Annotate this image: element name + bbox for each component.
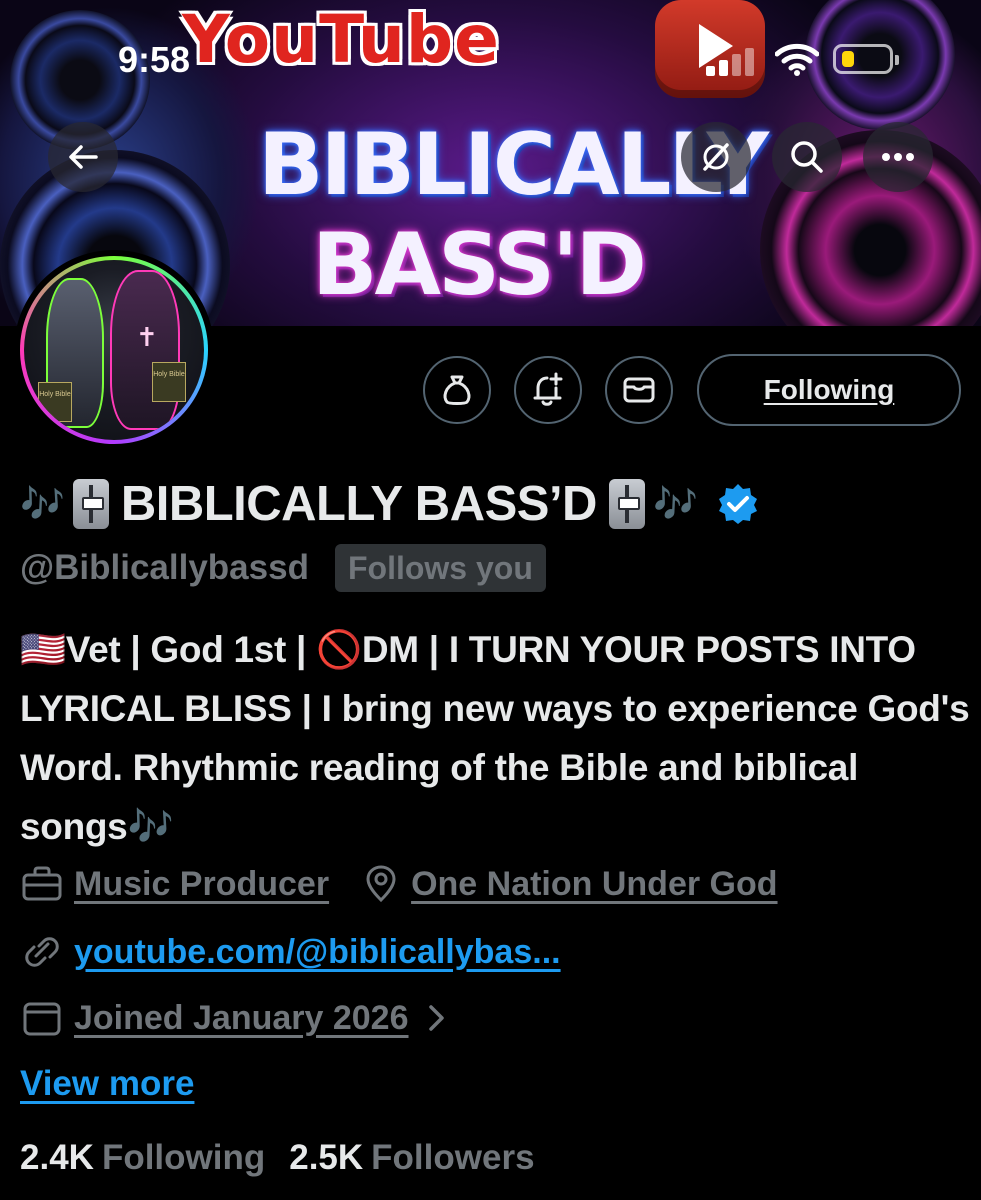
grok-button[interactable] [681,122,751,192]
location-pin-icon [366,865,396,903]
no-entry-emoji: 🚫 [316,629,362,670]
cross-icon: ✝ [136,322,158,352]
money-bag-icon [443,375,471,405]
profile-meta-row: youtube.com/@biblicallybas... [20,932,561,972]
bell-plus-icon [533,372,563,406]
verified-badge-icon[interactable] [716,482,760,526]
banner-youtube-logo-text: YouTube [182,1,500,78]
follows-you-badge: Follows you [334,544,546,592]
following-label: Following [101,1138,266,1177]
cellular-signal-icon [706,46,762,76]
follow-stats: 2.4K Following 2.5K Followers [20,1138,535,1178]
back-arrow-icon [69,145,98,169]
briefcase-icon [22,866,62,901]
chevron-right-icon [428,1005,444,1031]
tip-button[interactable] [423,356,491,424]
battery-icon [833,44,899,74]
status-time: 9:58 [118,39,191,80]
avatar-ring: ✝ Holy Bible Holy Bible [20,256,208,444]
profile-meta-row: Music Producer One Nation Under God [20,864,778,904]
profile-avatar[interactable]: ✝ Holy Bible Holy Bible [14,250,214,450]
back-button[interactable] [48,122,118,192]
more-options-button[interactable] [863,122,933,192]
level-slider-emoji [608,479,645,529]
profile-website-link[interactable]: youtube.com/@biblicallybas... [74,933,561,972]
music-notes-emoji: 🎶 [127,806,174,847]
profile-bio: 🇺🇸Vet | God 1st | 🚫DM | I TURN YOUR POST… [20,620,970,856]
search-button[interactable] [772,122,842,192]
view-more-link[interactable]: View more [20,1064,194,1104]
following-count: 2.4K [20,1138,94,1177]
music-notes-emoji: 🎶 [20,484,65,525]
bible-book-left: Holy Bible [38,382,72,422]
bio-text-start: 🇺🇸Vet | God 1st | [20,629,317,670]
more-icon [882,153,914,161]
level-slider-emoji [72,479,109,529]
music-notes-emoji: 🎶 [652,484,698,525]
handle-row: @Biblicallybassd Follows you [20,544,546,592]
banner-headline-line2: BASS'D [312,215,647,315]
followers-stat[interactable]: 2.5K Followers [289,1138,534,1178]
join-date[interactable]: Joined January 2026 [74,999,409,1038]
notify-button[interactable] [514,356,582,424]
calendar-icon [23,1002,61,1036]
link-icon [25,937,59,967]
profile-location[interactable]: One Nation Under God [411,865,777,904]
message-button[interactable] [605,356,673,424]
following-button[interactable]: Following [697,354,961,426]
wifi-icon [775,43,819,76]
followers-label: Followers [371,1138,535,1177]
envelope-icon [623,377,655,403]
display-name-row: 🎶 BIBLICALLY BASS’D 🎶 [20,472,760,536]
following-stat[interactable]: 2.4K Following [20,1138,265,1178]
followers-count: 2.5K [289,1138,364,1177]
user-handle: @Biblicallybassd [20,548,309,587]
search-icon [791,141,823,173]
display-name: BIBLICALLY BASS’D [120,477,598,531]
grok-icon [703,143,729,171]
profile-meta-row[interactable]: Joined January 2026 [20,998,451,1038]
avatar-image: ✝ Holy Bible Holy Bible [24,260,204,440]
profile-category[interactable]: Music Producer [74,865,329,904]
bible-book-right: Holy Bible [152,362,186,402]
